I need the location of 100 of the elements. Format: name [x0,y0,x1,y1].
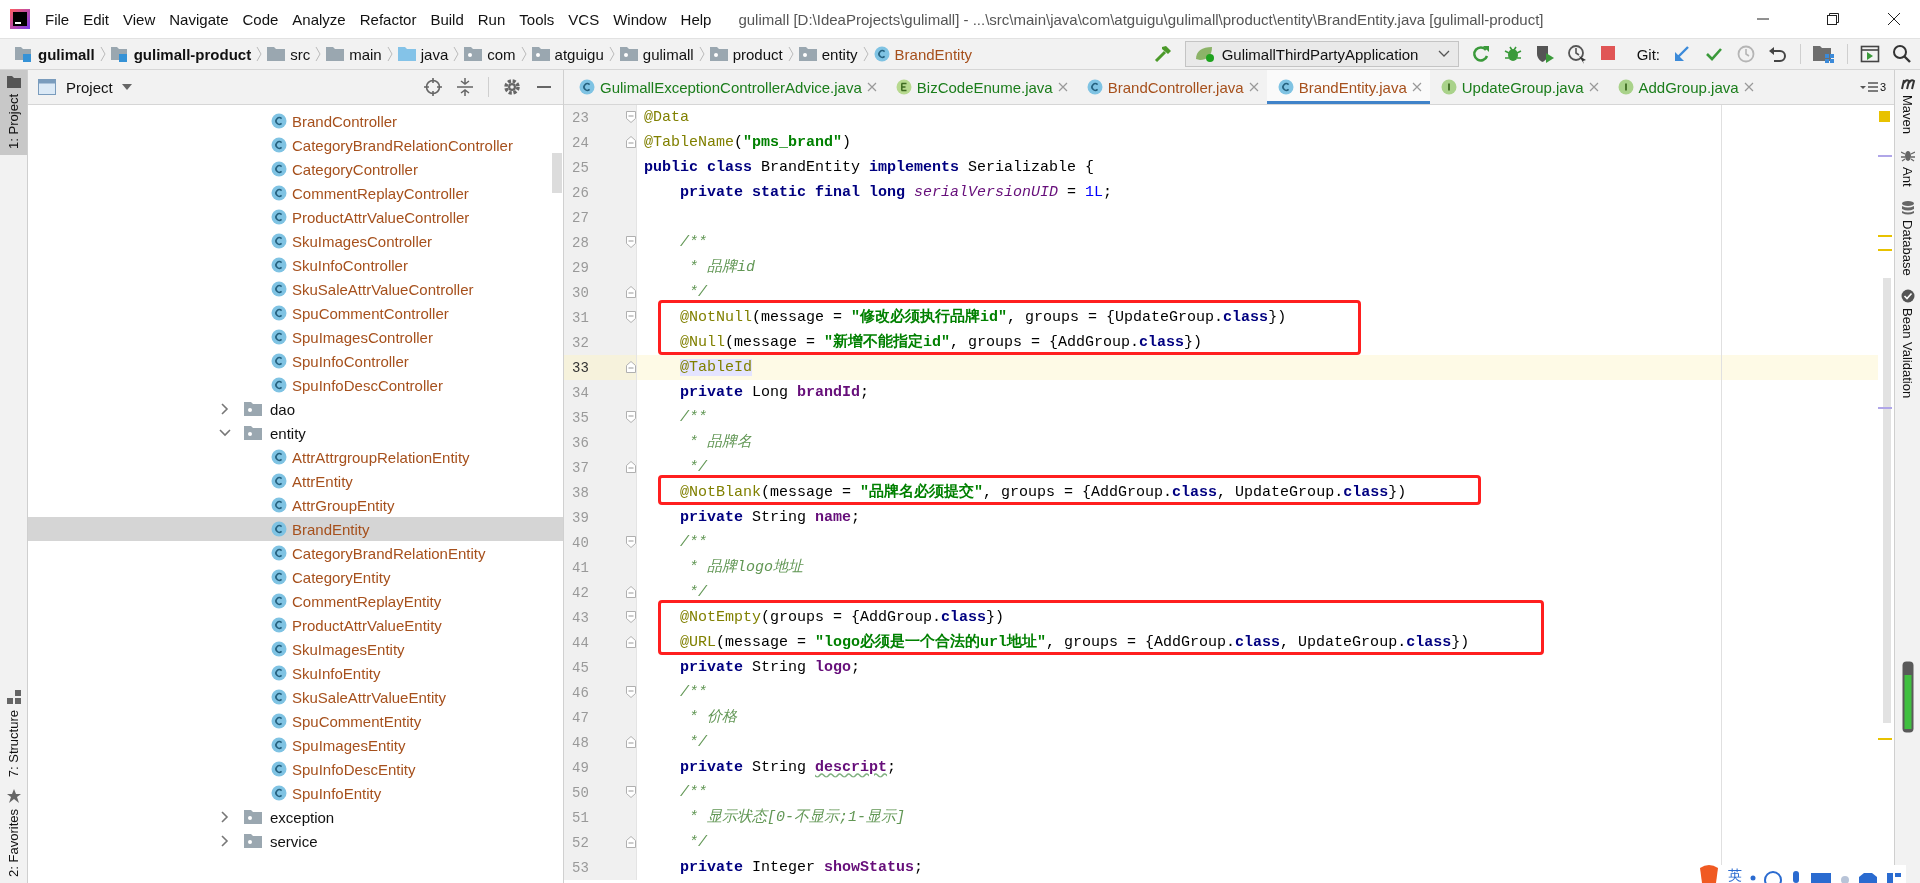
tool-window-button[interactable]: Database [1900,200,1915,276]
close-icon[interactable] [866,82,877,92]
tree-item[interactable]: exception [28,805,563,829]
history-icon[interactable] [1736,44,1756,64]
tree-item[interactable]: SkuSaleAttrValueEntity [28,685,563,709]
tab-list-button[interactable]: 3 [1851,70,1894,104]
tree-item[interactable]: BrandController [28,109,563,133]
fold-marker-icon[interactable] [626,111,636,123]
search-icon[interactable] [1892,44,1912,64]
close-icon[interactable] [1057,82,1068,92]
tree-item[interactable]: CategoryBrandRelationEntity [28,541,563,565]
scrollbar[interactable] [552,153,562,193]
editor-tab[interactable]: BrandController.java [1075,70,1267,104]
menu-item[interactable]: File [38,10,77,28]
update-project-icon[interactable] [1672,44,1692,64]
tree-item[interactable]: entity [28,421,563,445]
tree-item[interactable]: BrandEntity [28,517,563,541]
fold-marker-icon[interactable] [626,411,636,423]
microphone-icon[interactable] [1790,869,1802,883]
menu-item[interactable]: View [116,10,163,28]
fold-marker-icon[interactable] [626,586,636,598]
menu-item[interactable]: Run [470,10,513,28]
profiler-icon[interactable] [1566,44,1587,64]
hammer-icon[interactable] [1152,44,1173,64]
fold-marker-icon[interactable] [626,536,636,548]
input-mode-toggle[interactable]: 英 [1728,867,1742,883]
close-icon[interactable] [1248,82,1259,92]
tree-item[interactable]: dao [28,397,563,421]
tree-item[interactable]: ProductAttrValueController [28,205,563,229]
menu-item[interactable]: VCS [561,10,607,28]
tree-item[interactable]: SkuImagesEntity [28,637,563,661]
menu-item[interactable]: Build [423,10,471,28]
menu-item[interactable]: Code [235,10,286,28]
breadcrumb-item[interactable]: atguigu [526,45,609,63]
tree-item[interactable]: CommentReplayEntity [28,589,563,613]
tree-item[interactable]: SpuInfoEntity [28,781,563,805]
fold-marker-icon[interactable] [626,236,636,248]
menu-item[interactable]: Tools [512,10,562,28]
menu-item[interactable]: Analyze [285,10,353,28]
fold-marker-icon[interactable] [626,361,636,373]
revert-icon[interactable] [1768,44,1788,64]
caret-icon[interactable] [120,83,133,91]
tool-window-button[interactable]: 7: Structure [0,683,27,784]
editor-tab[interactable]: GulimallExceptionControllerAdvice.java [568,70,885,104]
collapse-all-icon[interactable] [456,78,474,96]
breadcrumb-item[interactable]: src [262,45,316,63]
breadcrumb-item[interactable]: gulimall [10,45,100,63]
menu-item[interactable]: Help [673,10,719,28]
debug-icon[interactable] [1502,44,1523,64]
close-icon[interactable] [1743,82,1754,92]
tool-window-button[interactable]: Ant [1900,148,1915,187]
editor-tab[interactable]: AddGroup.java [1606,70,1762,104]
locate-icon[interactable] [424,78,442,96]
input-method-logo-icon[interactable] [1698,865,1720,883]
editor-tab[interactable]: UpdateGroup.java [1429,70,1607,104]
close-icon[interactable] [1411,82,1422,92]
memory-indicator-icon[interactable] [1901,661,1914,733]
editor-tab[interactable]: BrandEntity.java [1266,70,1430,104]
tree-item[interactable]: CategoryController [28,157,563,181]
fold-marker-icon[interactable] [626,286,636,298]
fold-marker-icon[interactable] [626,836,636,848]
settings-icon[interactable] [503,78,521,96]
tool-window-button[interactable]: 2: Favorites [0,783,27,883]
tree-item[interactable]: SkuInfoController [28,253,563,277]
close-icon[interactable] [1588,82,1599,92]
rerun-icon[interactable] [1470,44,1491,64]
tree-item[interactable]: SkuImagesController [28,229,563,253]
fold-marker-icon[interactable] [626,311,636,323]
breadcrumb-item[interactable]: gulimall-product [105,45,257,63]
fold-marker-icon[interactable] [626,611,636,623]
tree-item[interactable]: SkuInfoEntity [28,661,563,685]
fold-marker-icon[interactable] [626,136,636,148]
run-window-icon[interactable] [1860,44,1880,64]
fold-marker-icon[interactable] [626,786,636,798]
breadcrumb-item[interactable]: gulimall [614,45,699,63]
fold-marker-icon[interactable] [626,686,636,698]
fold-marker-icon[interactable] [626,461,636,473]
tree-item[interactable]: SpuCommentController [28,301,563,325]
fold-marker-icon[interactable] [626,636,636,648]
editor-tab[interactable]: BizCodeEnume.java [884,70,1076,104]
menu-item[interactable]: Edit [76,10,117,28]
tree-item[interactable]: SpuInfoDescController [28,373,563,397]
coverage-icon[interactable] [1534,44,1555,64]
menu-item[interactable]: Navigate [162,10,236,28]
tree-item[interactable]: SpuInfoDescEntity [28,757,563,781]
tool-window-button[interactable]: Bean Validation [1900,289,1915,399]
tool-window-button[interactable]: 1: Project [0,70,27,155]
run-configuration-dropdown[interactable]: GulimallThirdPartyApplication [1184,41,1459,67]
tree-item[interactable]: AttrAttrgroupRelationEntity [28,445,563,469]
tree-item[interactable]: CommentReplayController [28,181,563,205]
breadcrumb-item[interactable]: main [321,45,387,63]
breadcrumb-item[interactable]: com [459,45,521,63]
menu-item[interactable]: Window [606,10,674,28]
tree-item[interactable]: SpuInfoController [28,349,563,373]
tree-item[interactable]: ProductAttrValueEntity [28,613,563,637]
tree-item[interactable]: CategoryEntity [28,565,563,589]
breadcrumb-item[interactable]: BrandEntity [868,45,978,63]
tool-window-button[interactable]: Maven [1899,76,1916,135]
tree-item[interactable]: AttrEntity [28,469,563,493]
tree-item[interactable]: SkuSaleAttrValueController [28,277,563,301]
